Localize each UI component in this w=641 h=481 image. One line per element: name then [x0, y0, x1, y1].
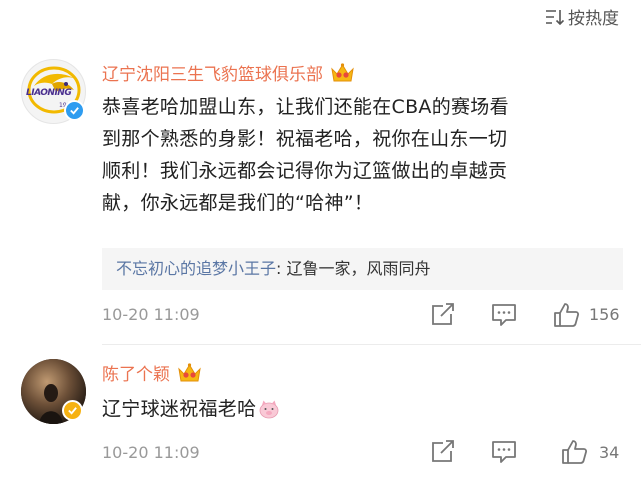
reply-username[interactable]: 不忘初心的追梦小王子	[116, 259, 276, 278]
like-icon[interactable]	[553, 302, 581, 328]
fan-crown-icon	[331, 62, 354, 81]
sort-icon	[546, 9, 564, 25]
verified-badge-icon	[64, 100, 85, 121]
comment-time: 10-20 11:09	[102, 305, 200, 324]
comment-content: 辽宁球迷祝福老哈	[102, 398, 257, 420]
reply-text: 辽鲁一家，风雨同舟	[281, 259, 431, 278]
comment-icon[interactable]	[490, 302, 518, 328]
comment-icon[interactable]	[490, 439, 518, 465]
sort-label: 按热度	[568, 9, 619, 29]
username[interactable]: 辽宁沈阳三生飞豹篮球俱乐部	[102, 60, 323, 85]
share-icon[interactable]	[429, 302, 457, 328]
like-count: 34	[599, 443, 620, 462]
like-count: 156	[589, 305, 620, 324]
comment-line: 到那个熟悉的身影！祝福老哈，祝你在山东一切	[102, 128, 508, 150]
comment-content: 恭喜老哈加盟山东，让我们还能在CBA的赛场看 到那个熟悉的身影！祝福老哈，祝你在…	[102, 91, 509, 219]
like-icon[interactable]	[561, 439, 589, 465]
comment-time: 10-20 11:09	[102, 443, 200, 462]
comment-line: 献，你永远都是我们的“哈神”！	[102, 192, 374, 214]
sort-by-hot-button[interactable]: 按热度	[545, 4, 619, 29]
verified-badge-icon	[62, 400, 83, 421]
pig-emoji-icon	[260, 400, 279, 419]
comment-line: 顺利！我们永远都会记得你为辽篮做出的卓越贡	[102, 160, 508, 182]
reply-preview[interactable]: 不忘初心的追梦小王子: 辽鲁一家，风雨同舟	[102, 248, 623, 290]
club-logo-text: LIAONING	[26, 88, 72, 98]
share-icon[interactable]	[429, 439, 457, 465]
username[interactable]: 陈了个颖	[102, 360, 170, 385]
comment-line: 恭喜老哈加盟山东，让我们还能在CBA的赛场看	[102, 96, 509, 118]
fan-crown-icon	[178, 362, 201, 381]
comment-divider	[102, 344, 641, 345]
